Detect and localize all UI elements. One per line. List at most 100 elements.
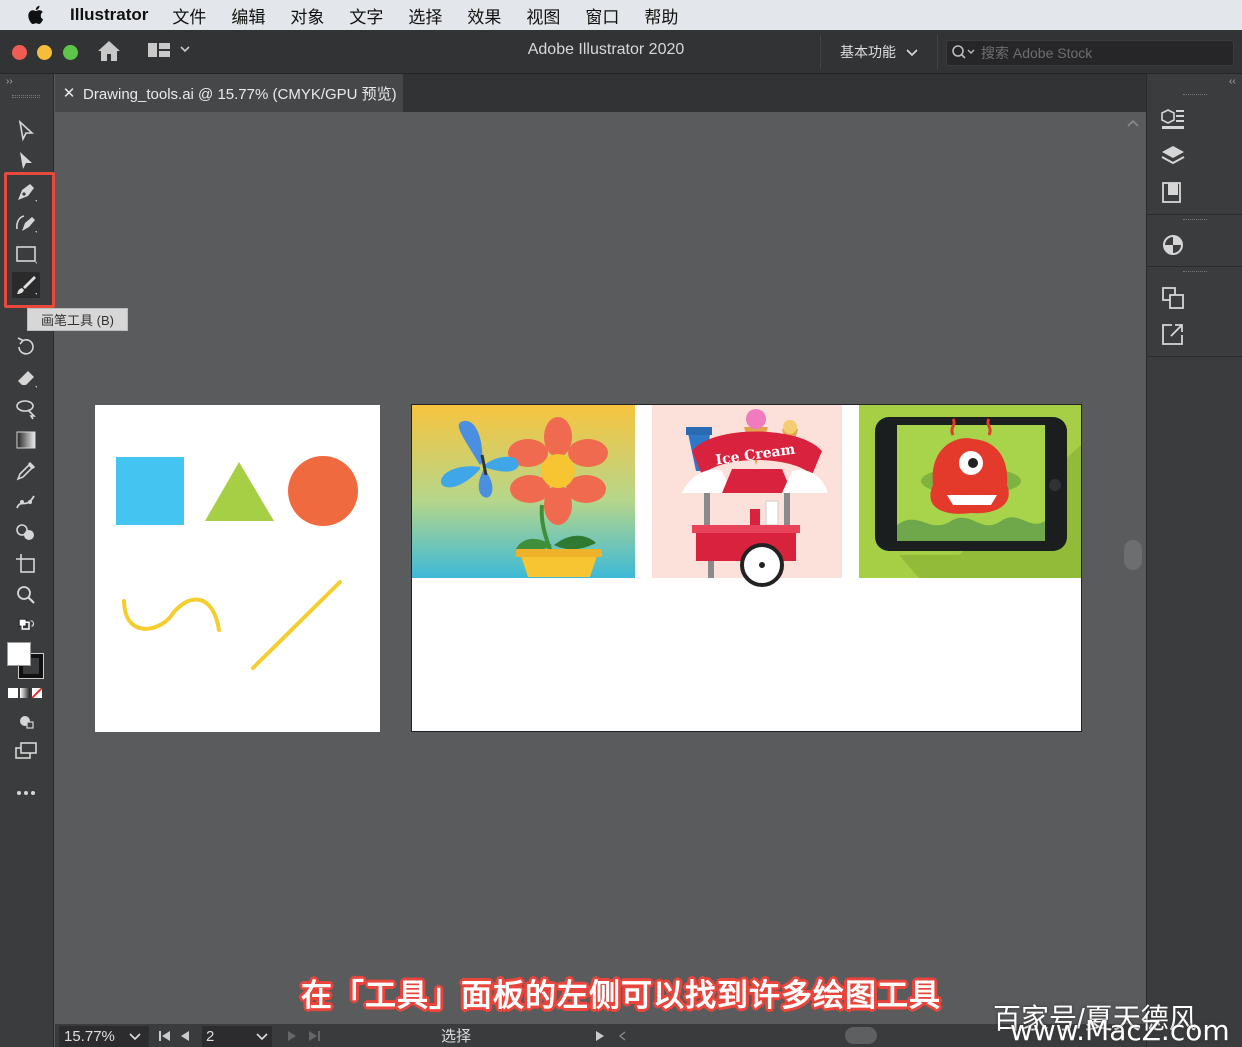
export-icon xyxy=(1162,324,1183,345)
transform-icon xyxy=(1162,287,1184,309)
chevron-down-icon xyxy=(906,44,918,60)
direct-selection-tool[interactable] xyxy=(12,148,40,174)
menu-app-name[interactable]: Illustrator xyxy=(70,5,148,25)
zoom-level-value: 15.77% xyxy=(64,1028,115,1045)
default-colors-icon xyxy=(18,618,35,630)
last-artboard-icon[interactable] xyxy=(307,1030,321,1042)
properties-panel-button[interactable] xyxy=(1159,106,1187,134)
eyedropper-icon xyxy=(16,461,36,481)
search-icon xyxy=(951,44,977,63)
properties-icon xyxy=(1161,109,1184,129)
eraser-tool[interactable] xyxy=(12,365,40,391)
vertical-scroll-thumb[interactable] xyxy=(1124,540,1142,570)
menu-help[interactable]: 帮助 xyxy=(644,3,678,28)
export-panel-button[interactable] xyxy=(1159,320,1187,348)
yellow-wave-stroke xyxy=(122,597,221,632)
layers-panel-button[interactable] xyxy=(1159,142,1187,170)
artboard-shapes[interactable] xyxy=(95,405,380,732)
scroll-up-icon[interactable] xyxy=(1126,118,1140,128)
collapse-panel-icon[interactable]: ›› xyxy=(6,76,13,87)
eyedropper-tool[interactable] xyxy=(12,458,40,484)
gradient-tool[interactable] xyxy=(12,427,40,453)
next-artboard-icon[interactable] xyxy=(287,1030,297,1042)
puppet-warp-icon xyxy=(16,495,35,509)
transform-panel-button[interactable] xyxy=(1159,284,1187,312)
menu-effect[interactable]: 效果 xyxy=(467,3,501,28)
selection-tool[interactable] xyxy=(12,118,40,144)
menu-select[interactable]: 选择 xyxy=(408,3,442,28)
workspace-switcher[interactable]: 基本功能 xyxy=(820,35,938,69)
menu-file[interactable]: 文件 xyxy=(172,3,206,28)
artboard-dropdown-icon[interactable] xyxy=(256,1033,268,1041)
tools-highlight-box xyxy=(4,172,55,308)
close-tab-icon[interactable]: ✕ xyxy=(55,84,83,102)
zoom-icon xyxy=(17,586,35,604)
menu-window[interactable]: 窗口 xyxy=(585,3,619,28)
search-placeholder: 搜索 Adobe Stock xyxy=(981,45,1093,61)
screen-mode-icon xyxy=(15,742,37,759)
panel-grip[interactable] xyxy=(1183,94,1207,97)
color-mode-gradient[interactable] xyxy=(20,688,30,698)
workspace-label: 基本功能 xyxy=(840,44,896,60)
fill-swatch[interactable] xyxy=(7,642,31,666)
document-tab-label: Drawing_tools.ai @ 15.77% (CMYK/GPU 预览) xyxy=(83,85,397,103)
lasso-icon xyxy=(16,400,36,420)
draw-mode-button[interactable] xyxy=(12,708,40,734)
color-mode-buttons[interactable] xyxy=(8,688,44,700)
stock-search-input[interactable]: 搜索 Adobe Stock xyxy=(946,40,1234,66)
layers-icon xyxy=(1161,146,1185,165)
illustrations-artwork: Ice Cream xyxy=(412,405,1081,587)
scroll-left-icon[interactable] xyxy=(617,1030,627,1042)
previous-artboard-icon[interactable] xyxy=(180,1030,190,1042)
blue-square xyxy=(116,457,184,525)
right-panel-dock: ‹‹ xyxy=(1146,74,1242,1047)
direct-selection-arrow-icon xyxy=(20,152,32,169)
panel-grip[interactable] xyxy=(12,95,40,98)
menu-object[interactable]: 对象 xyxy=(290,3,324,28)
gradient-icon xyxy=(16,431,36,449)
artboard-icon xyxy=(16,554,35,573)
menu-type[interactable]: 文字 xyxy=(349,3,383,28)
zoom-dropdown-icon[interactable] xyxy=(129,1033,141,1041)
green-triangle xyxy=(205,462,274,521)
more-icon xyxy=(17,791,35,795)
menu-edit[interactable]: 编辑 xyxy=(231,3,265,28)
zoom-tool[interactable] xyxy=(12,582,40,608)
artboard-tool[interactable] xyxy=(12,551,40,577)
menu-view[interactable]: 视图 xyxy=(526,3,560,28)
color-panel-button[interactable] xyxy=(1159,231,1187,259)
horizontal-scroll-thumb[interactable] xyxy=(845,1027,877,1044)
orange-circle xyxy=(288,456,358,526)
color-mode-solid[interactable] xyxy=(8,688,18,698)
color-wheel-icon xyxy=(1163,235,1183,255)
menu-bar: Illustrator 文件 编辑 对象 文字 选择 效果 视图 窗口 帮助 xyxy=(0,0,1242,30)
shape-builder-icon xyxy=(16,524,34,540)
yellow-line-stroke xyxy=(251,580,342,670)
shape-builder-tool[interactable] xyxy=(12,520,40,546)
panel-grip[interactable] xyxy=(1183,271,1207,274)
screen-mode-button[interactable] xyxy=(12,738,40,764)
selection-arrow-icon xyxy=(18,119,35,142)
draw-mode-icon xyxy=(20,716,34,729)
flower-illustration xyxy=(412,405,635,578)
color-mode-none[interactable] xyxy=(32,688,42,698)
apple-icon[interactable] xyxy=(0,5,70,25)
document-tab[interactable]: ✕ Drawing_tools.ai @ 15.77% (CMYK/GPU 预览… xyxy=(55,74,403,112)
first-artboard-icon[interactable] xyxy=(158,1030,172,1042)
lasso-tool[interactable] xyxy=(12,396,40,422)
eraser-icon xyxy=(18,371,37,388)
blend-tool[interactable] xyxy=(12,489,40,515)
panel-grip[interactable] xyxy=(1183,219,1207,222)
tool-tooltip: 画笔工具 (B) xyxy=(27,308,128,331)
rotate-tool[interactable] xyxy=(12,334,40,360)
libraries-panel-button[interactable] xyxy=(1159,178,1187,206)
collapse-right-panel-icon[interactable]: ‹‹ xyxy=(1229,76,1236,87)
artboard-number-value: 2 xyxy=(206,1028,215,1045)
ice-cream-cart-illustration: Ice Cream xyxy=(652,405,842,587)
status-bar: 15.77% 2 选择 xyxy=(55,1024,1146,1047)
status-tool-mode: 选择 xyxy=(441,1028,472,1045)
artboard-illustrations[interactable]: Ice Cream xyxy=(411,404,1082,732)
fill-stroke-defaults[interactable] xyxy=(12,616,40,636)
status-menu-icon[interactable] xyxy=(595,1030,605,1042)
edit-toolbar-button[interactable] xyxy=(12,780,40,806)
